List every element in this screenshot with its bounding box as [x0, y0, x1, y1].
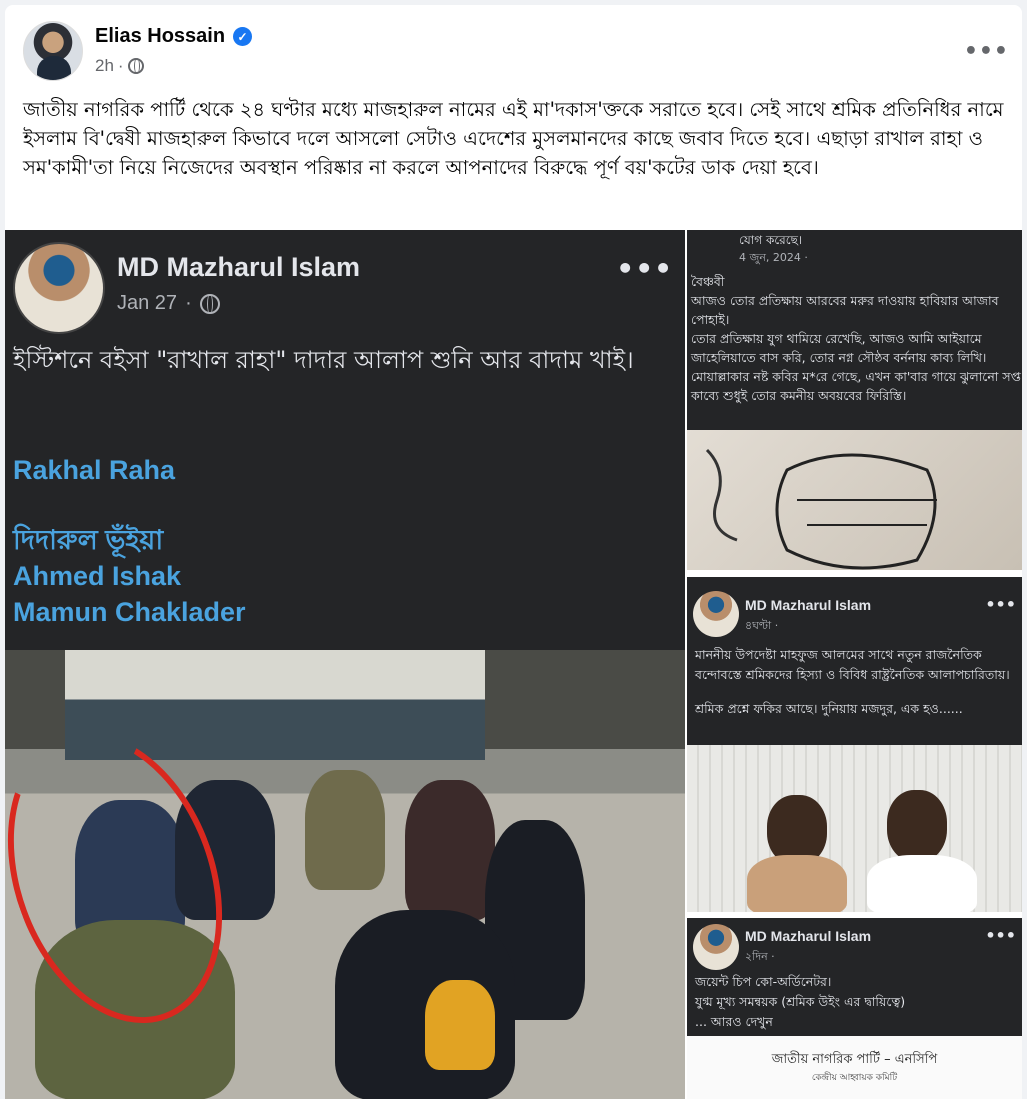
r3-more-icon: •••	[985, 926, 1016, 945]
artwork-drawing	[705, 448, 937, 570]
r2-post-text: মাননীয় উপদেষ্টা মাহফুজ আলমের সাথে নতুন …	[695, 645, 1017, 719]
r3-doc-title: জাতীয় নাগরিক পার্টি – এনসিপি	[771, 1052, 938, 1067]
media-image-left[interactable]: MD Mazharul Islam Jan 27 · ••• ইস্টিশনে …	[5, 230, 685, 1099]
photo-person	[405, 780, 495, 920]
author-name-text[interactable]: Elias Hossain	[95, 25, 225, 48]
r3-post-text: জয়েন্ট চিপ কো-অর্ডিনেটর। যুগ্ম মূখ্য সম…	[695, 972, 1017, 1032]
r3-line-1: জয়েন্ট চিপ কো-অর্ডিনেটর।	[695, 974, 832, 989]
embedded-author-name: MD Mazharul Islam	[117, 252, 361, 282]
post-meta: 2h ·	[95, 56, 144, 76]
r1-date: 4 জুন, 2024 ·	[739, 251, 808, 264]
r3-avatar	[693, 924, 739, 970]
tag-rakhal-raha: Rakhal Raha	[13, 455, 176, 485]
embedded-avatar	[13, 242, 105, 334]
r2-text-line-1: মাননীয় উপদেষ্টা মাহফুজ আলমের সাথে নতুন …	[695, 647, 1010, 682]
embedded-more-icon: •••	[616, 252, 673, 285]
embedded-globe-icon	[199, 293, 220, 314]
post-media-grid[interactable]: MD Mazharul Islam Jan 27 · ••• ইস্টিশনে …	[5, 230, 1022, 1099]
media-image-right-2[interactable]: MD Mazharul Islam ৪ঘণ্টা · ••• মাননীয় উ…	[687, 577, 1022, 912]
globe-icon[interactable]	[127, 58, 144, 74]
photo-person	[867, 855, 977, 912]
verified-badge-icon: ✓	[233, 27, 253, 46]
embedded-tags: Rakhal Raha দিদারুল ভূঁইয়া Ahmed Ishak …	[13, 452, 246, 630]
media-column-right: যোগ করেছে। 4 জুন, 2024 · বৈঞ্চবী আজও তোর…	[687, 230, 1022, 1099]
r3-author-name: MD Mazharul Islam	[745, 928, 872, 944]
r2-author-name: MD Mazharul Islam	[745, 597, 872, 613]
post-text: জাতীয় নাগরিক পার্টি থেকে ২৪ ঘণ্টার মধ্য…	[23, 98, 1004, 179]
meta-separator: ·	[117, 56, 124, 75]
post-time[interactable]: 2h	[95, 56, 114, 76]
media-image-right-3[interactable]: MD Mazharul Islam ২দিন · ••• জয়েন্ট চিপ…	[687, 918, 1022, 1099]
photo-person	[747, 855, 847, 912]
author-name[interactable]: Elias Hossain ✓	[95, 25, 253, 48]
author-avatar[interactable]	[23, 21, 83, 81]
embedded-post-screenshot: MD Mazharul Islam Jan 27 · ••• ইস্টিশনে …	[5, 230, 685, 650]
tag-mamun-chaklader: Mamun Chaklader	[13, 597, 246, 627]
post-card: Elias Hossain ✓ 2h · ••• জাতীয় নাগরিক প…	[5, 5, 1022, 1099]
r3-see-more: ... আরও দেখুন	[695, 1014, 773, 1029]
r1-poem-text: বৈঞ্চবী আজও তোর প্রতিক্ষায় আরবের মরুর দ…	[691, 274, 1021, 403]
embedded-date-text: Jan 27	[117, 292, 178, 314]
embedded-date: Jan 27 ·	[117, 292, 220, 315]
post-header: Elias Hossain ✓ 2h · •••	[23, 21, 1013, 81]
r3-doc-subtitle: কেন্দ্রীয় আহ্বায়ক কমিটি	[811, 1073, 898, 1083]
embedded-separator: ·	[185, 292, 192, 314]
photo-person	[887, 790, 947, 862]
r3-line-2: যুগ্ম মূখ্য সমন্বয়ক (শ্রমিক উইং এর দ্বা…	[695, 994, 906, 1009]
tag-ahmed-ishak: Ahmed Ishak	[13, 561, 182, 591]
r3-date: ২দিন ·	[745, 950, 775, 963]
more-options-button[interactable]: •••	[964, 39, 1009, 64]
r3-document: জাতীয় নাগরিক পার্টি – এনসিপি কেন্দ্রীয়…	[687, 1036, 1022, 1099]
photo-person	[305, 770, 385, 890]
r2-more-icon: •••	[985, 595, 1016, 614]
group-photo	[5, 650, 685, 1099]
r2-avatar	[693, 591, 739, 637]
r1-artwork	[687, 430, 1022, 570]
tag-didarul-bhuiyan: দিদারুল ভূঁইয়া	[13, 525, 164, 555]
r2-date: ৪ঘণ্টা ·	[745, 619, 779, 632]
embedded-post-text: ইস্টিশনে বইসা "রাখাল রাহা" দাদার আলাপ শু…	[13, 346, 634, 374]
photo-person	[425, 980, 495, 1070]
media-image-right-1[interactable]: যোগ করেছে। 4 জুন, 2024 · বৈঞ্চবী আজও তোর…	[687, 230, 1022, 570]
r2-text-line-2: শ্রমিক প্রশ্নে ফকির আছে। দুনিয়ায় মজদুর…	[695, 701, 963, 716]
r2-photo	[687, 745, 1022, 912]
